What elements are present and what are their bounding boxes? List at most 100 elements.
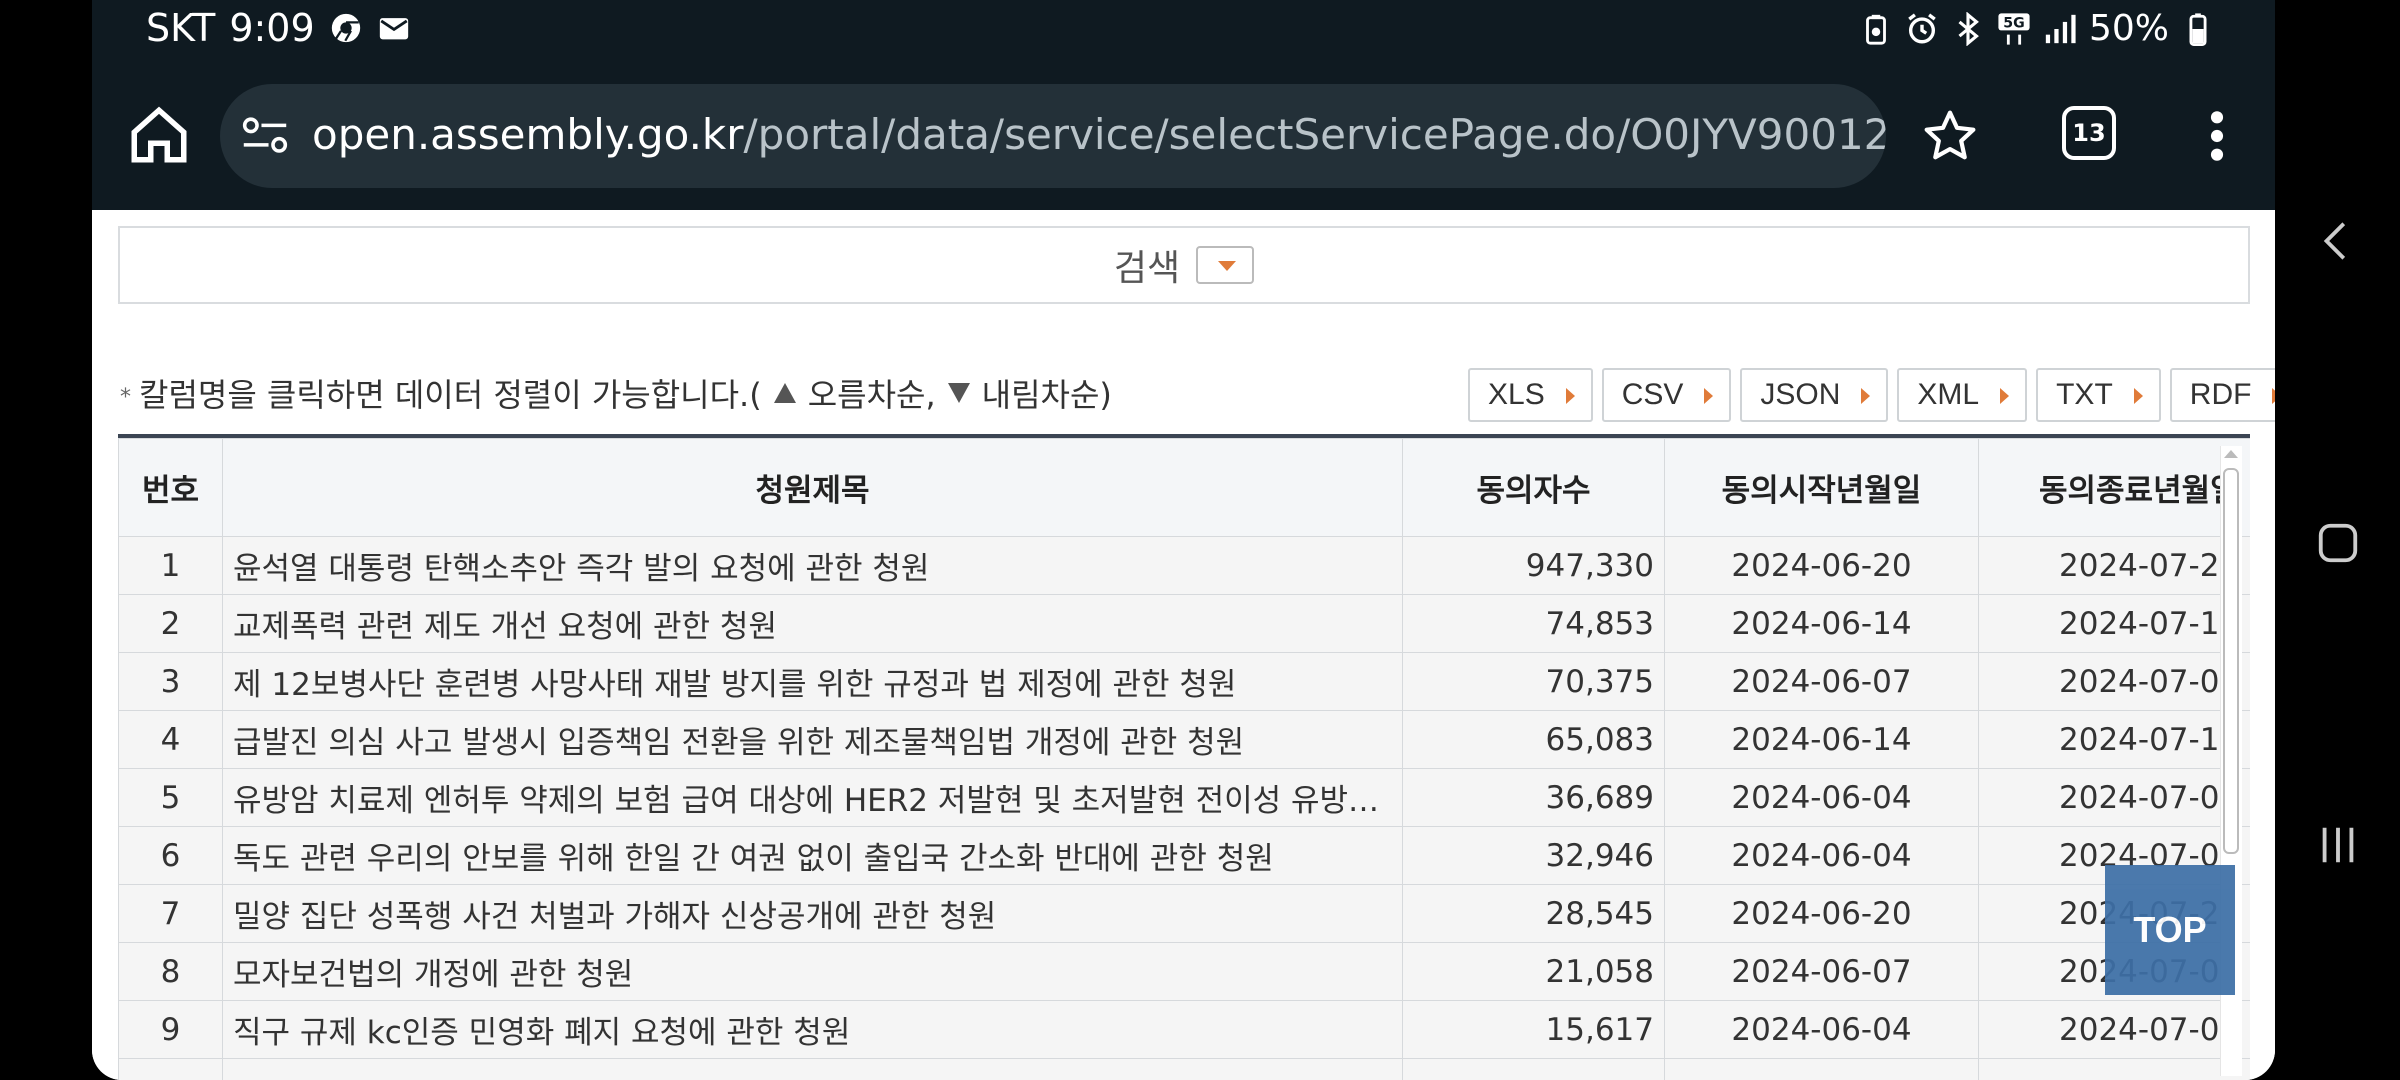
table-row[interactable]: 9 직구 규제 kc인증 민영화 폐지 요청에 관한 청원 15,617 2024-0… bbox=[118, 1000, 2250, 1059]
sort-hint-text: 칼럼명을 클릭하면 데이터 정렬이 가능합니다.( bbox=[139, 376, 762, 414]
cell-number: 1 bbox=[118, 536, 223, 595]
petition-table: 번호 청원제목 동의자수 동의시작년월일 동의종료년월일 1 윤석열 대통령 탄핵… bbox=[118, 438, 2250, 1080]
table-body: 1 윤석열 대통령 탄핵소추안 즉각 발의 요청에 관한 청원 947,330 202… bbox=[118, 536, 2250, 1080]
browser-chrome: SKT 9:09 5G 50% open.assembly.go.kr/port… bbox=[92, 0, 2275, 210]
table-row[interactable]: 8모자보건법의 개정에 관한 청원21,0582024-06-072024-07… bbox=[118, 942, 2250, 1001]
cell-end-date: 2024-07-07 bbox=[1978, 652, 2250, 711]
cell-start-date bbox=[1664, 1058, 1979, 1080]
cell-number: 9 bbox=[118, 1000, 223, 1059]
alarm-icon bbox=[1908, 12, 1936, 43]
cell-title[interactable]: 유방암 치료제 엔허투 약제의 보험 급여 대상에 HER2 저발현 및 초저발… bbox=[222, 768, 1403, 827]
table-row[interactable]: 2 교제폭력 관련 제도 개선 요청에 관한 청원 74,853 2024-06-14… bbox=[118, 594, 2250, 653]
clock: 9:09 bbox=[229, 6, 315, 50]
table-row[interactable]: 1 윤석열 대통령 탄핵소추안 즉각 발의 요청에 관한 청원 947,330 202… bbox=[118, 536, 2250, 595]
cell-agree-count: 65,083 bbox=[1402, 710, 1665, 769]
search-toggle-button[interactable] bbox=[1196, 246, 1255, 284]
search-panel[interactable]: 검색 bbox=[118, 226, 2250, 304]
cell-number: 7 bbox=[118, 884, 223, 943]
scrollbar-thumb[interactable] bbox=[2223, 468, 2239, 854]
mail-icon bbox=[379, 18, 408, 40]
cell-title[interactable]: 제 12보병사단 훈련병 사망사태 재발 방지를 위한 규정과 법 제정에 관한… bbox=[222, 652, 1403, 711]
more-vert-icon[interactable] bbox=[2202, 108, 2232, 164]
address-bar[interactable]: open.assembly.go.kr/portal/data/service/… bbox=[220, 84, 1886, 188]
recents-icon[interactable] bbox=[2315, 822, 2361, 868]
cell-start-date: 2024-06-04 bbox=[1664, 1000, 1979, 1059]
cell-number: 8 bbox=[118, 942, 223, 1001]
cell-end-date: 2024-07-20 bbox=[1978, 536, 2250, 595]
cell-start-date: 2024-06-14 bbox=[1664, 594, 1979, 653]
cell-title[interactable]: 모자보건법의 개정에 관한 청원 bbox=[222, 942, 1403, 1001]
table-row[interactable]: 6 독도 관련 우리의 안보를 위해 한일 간 여권 없이 출입국 간소화 반대에… bbox=[118, 826, 2250, 885]
signal-icon bbox=[2045, 14, 2076, 43]
scroll-top-button[interactable]: TOP bbox=[2105, 865, 2235, 995]
table-row[interactable]: 7 밀양 집단 성폭행 사건 처벌과 가해자 신상공개에 관한 청원 28,545 2… bbox=[118, 884, 2250, 943]
home-nav-icon[interactable] bbox=[2315, 520, 2361, 566]
export-json-button[interactable]: JSON bbox=[1740, 368, 1889, 422]
bluetooth-icon bbox=[1958, 11, 1979, 46]
cell-start-date: 2024-06-04 bbox=[1664, 768, 1979, 827]
table-row[interactable]: 4 급발진 의심 사고 발생시 입증책임 전환을 위한 제조물책임법 개정에 관한… bbox=[118, 710, 2250, 769]
ascending-icon bbox=[773, 383, 796, 403]
svg-text:5G: 5G bbox=[2003, 15, 2024, 31]
back-icon[interactable] bbox=[2315, 218, 2361, 264]
chrome-icon bbox=[331, 13, 360, 43]
export-rdf-button[interactable]: RDF bbox=[2169, 368, 2275, 422]
col-header-start-date[interactable]: 동의시작년월일 bbox=[1664, 438, 1979, 537]
table-header-row: 번호 청원제목 동의자수 동의시작년월일 동의종료년월일 bbox=[118, 438, 2250, 537]
export-csv-button[interactable]: CSV bbox=[1601, 368, 1732, 422]
cell-agree-count: 28,545 bbox=[1402, 884, 1665, 943]
cell-end-date: 2024-07-14 bbox=[1978, 594, 2250, 653]
home-icon[interactable] bbox=[126, 102, 192, 168]
cell-title[interactable]: 직구 규제 kc인증 민영화 폐지 요청에 관한 청원 bbox=[222, 1000, 1403, 1059]
battery-saver-icon bbox=[1866, 14, 1886, 45]
cell-number: 3 bbox=[118, 652, 223, 711]
url-text[interactable]: open.assembly.go.kr/portal/data/service/… bbox=[312, 110, 1886, 159]
sort-hint-asc: 오름차순, bbox=[807, 376, 936, 414]
cell-end-date: 2024-07-04 bbox=[1978, 1000, 2250, 1059]
status-right: 5G 50% bbox=[1859, 8, 2215, 49]
cell-agree-count: 74,853 bbox=[1402, 594, 1665, 653]
cell-start-date: 2024-06-20 bbox=[1664, 536, 1979, 595]
cell-agree-count: 32,946 bbox=[1402, 826, 1665, 885]
cell-agree-count bbox=[1402, 1058, 1665, 1080]
cell-title[interactable]: 급발진 의심 사고 발생시 입증책임 전환을 위한 제조물책임법 개정에 관한 … bbox=[222, 710, 1403, 769]
col-header-end-date[interactable]: 동의종료년월일 bbox=[1978, 438, 2250, 537]
cell-start-date: 2024-06-04 bbox=[1664, 826, 1979, 885]
cell-title[interactable]: 밀양 집단 성폭행 사건 처벌과 가해자 신상공개에 관한 청원 bbox=[222, 884, 1403, 943]
cell-agree-count: 36,689 bbox=[1402, 768, 1665, 827]
cell-title[interactable] bbox=[222, 1058, 1403, 1080]
export-xml-button[interactable]: XML bbox=[1897, 368, 2028, 422]
web-page: 검색 * 칼럼명을 클릭하면 데이터 정렬이 가능합니다.( 오름차순, 내림차… bbox=[92, 210, 2275, 1080]
table-row[interactable] bbox=[118, 1058, 2250, 1080]
col-header-title[interactable]: 청원제목 bbox=[222, 438, 1403, 537]
cell-number: 4 bbox=[118, 710, 223, 769]
status-left: SKT 9:09 bbox=[146, 6, 411, 50]
battery-percent: 50% bbox=[2088, 8, 2169, 49]
cell-number: 6 bbox=[118, 826, 223, 885]
cell-title[interactable]: 윤석열 대통령 탄핵소추안 즉각 발의 요청에 관한 청원 bbox=[222, 536, 1403, 595]
phone-screen: SKT 9:09 5G 50% open.assembly.go.kr/port… bbox=[92, 0, 2275, 1080]
site-settings-icon[interactable] bbox=[242, 116, 288, 156]
tab-switcher-button[interactable]: 13 bbox=[2062, 106, 2116, 160]
export-xls-button[interactable]: XLS bbox=[1468, 368, 1593, 422]
search-label: 검색 bbox=[1113, 248, 1181, 289]
scroll-up-arrow-icon[interactable] bbox=[2224, 450, 2238, 458]
cell-start-date: 2024-06-20 bbox=[1664, 884, 1979, 943]
table-row[interactable]: 5 유방암 치료제 엔허투 약제의 보험 급여 대상에 HER2 저발현 및 초저… bbox=[118, 768, 2250, 827]
cell-agree-count: 947,330 bbox=[1402, 536, 1665, 595]
cell-agree-count: 21,058 bbox=[1402, 942, 1665, 1001]
carrier-label: SKT bbox=[146, 6, 216, 50]
cell-end-date: 2024-07-14 bbox=[1978, 710, 2250, 769]
col-header-agree-count[interactable]: 동의자수 bbox=[1402, 438, 1665, 537]
cell-title[interactable]: 교제폭력 관련 제도 개선 요청에 관한 청원 bbox=[222, 594, 1403, 653]
status-bar: SKT 9:09 5G 50% bbox=[92, 0, 2275, 62]
asterisk-icon: * bbox=[120, 384, 131, 410]
col-header-number[interactable]: 번호 bbox=[118, 438, 223, 537]
cell-start-date: 2024-06-07 bbox=[1664, 652, 1979, 711]
table-row[interactable]: 3제 12보병사단 훈련병 사망사태 재발 방지를 위한 규정과 법 제정에 관… bbox=[118, 652, 2250, 711]
bookmark-star-icon[interactable] bbox=[1922, 108, 1978, 164]
export-txt-button[interactable]: TXT bbox=[2036, 368, 2161, 422]
navigation-bar bbox=[2275, 0, 2400, 1080]
cell-title[interactable]: 독도 관련 우리의 안보를 위해 한일 간 여권 없이 출입국 간소화 반대에 … bbox=[222, 826, 1403, 885]
url-domain: open.assembly.go.kr bbox=[312, 110, 744, 159]
